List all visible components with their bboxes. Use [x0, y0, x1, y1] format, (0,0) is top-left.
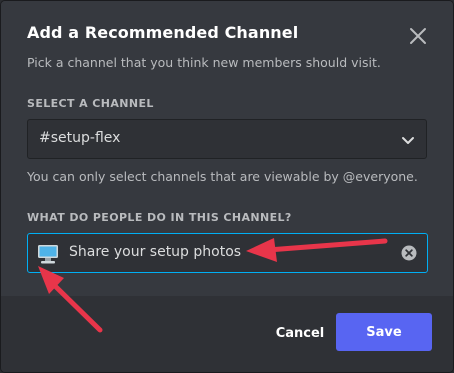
description-label: WHAT DO PEOPLE DO IN THIS CHANNEL?	[27, 211, 292, 224]
close-icon[interactable]	[407, 25, 429, 47]
modal-footer: Cancel Save	[1, 296, 453, 372]
channel-select-hint: You can only select channels that are vi…	[27, 169, 418, 184]
desktop-computer-icon[interactable]	[37, 243, 59, 265]
description-input-value: Share your setup photos	[69, 244, 242, 260]
chevron-down-icon	[400, 132, 416, 148]
save-button[interactable]: Save	[336, 313, 432, 351]
select-channel-label: SELECT A CHANNEL	[27, 97, 154, 110]
modal-title: Add a Recommended Channel	[27, 23, 299, 42]
modal-body: Add a Recommended Channel Pick a channel…	[1, 1, 453, 296]
cancel-button[interactable]: Cancel	[265, 314, 335, 352]
clear-circle-icon[interactable]	[401, 245, 417, 261]
description-input[interactable]: Share your setup photos	[27, 233, 428, 273]
channel-select-value: #setup-flex	[39, 130, 121, 146]
recommended-channel-modal: Add a Recommended Channel Pick a channel…	[0, 0, 454, 373]
channel-select[interactable]: #setup-flex	[27, 119, 427, 159]
modal-subtitle: Pick a channel that you think new member…	[27, 55, 381, 70]
